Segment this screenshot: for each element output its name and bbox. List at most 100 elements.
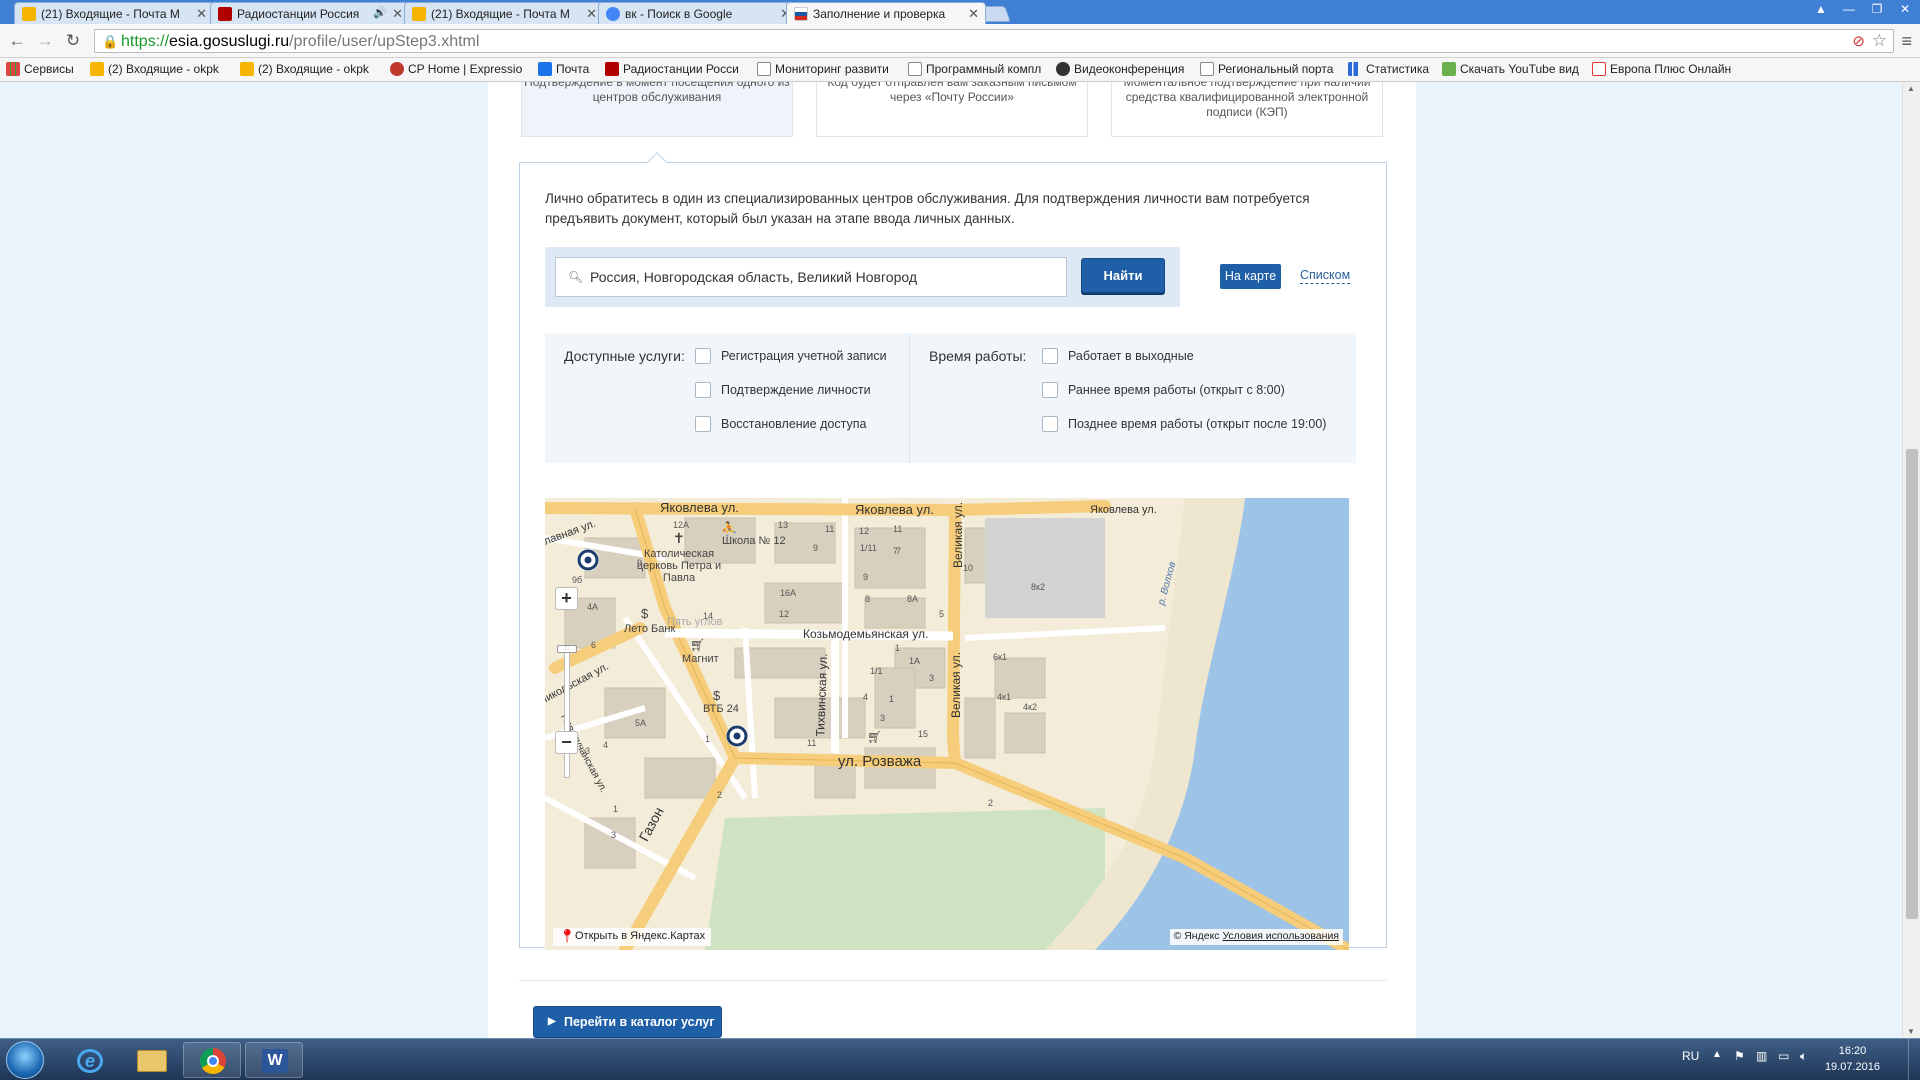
view-as-list-toggle[interactable]: Списком xyxy=(1300,267,1351,284)
view-on-map-toggle[interactable]: На карте xyxy=(1220,264,1281,289)
bookmark-item[interactable]: Европа Плюс Онлайн xyxy=(1592,62,1731,76)
house-number: 9 xyxy=(813,543,819,553)
close-tab-icon[interactable]: ✕ xyxy=(968,6,979,22)
poi-label[interactable]: Лето Банк xyxy=(624,623,675,635)
checkbox-access-recovery[interactable]: Восстановление доступа xyxy=(695,416,866,432)
zoom-out-button[interactable]: − xyxy=(555,731,578,754)
service-centers-map[interactable]: Яковлева ул. Яковлева ул. Яковлева ул. К… xyxy=(545,498,1349,950)
zoom-in-button[interactable]: + xyxy=(555,587,578,610)
zoom-slider-track[interactable] xyxy=(564,648,570,778)
taskbar-app-active[interactable] xyxy=(183,1042,241,1078)
checkbox-box[interactable] xyxy=(695,382,711,398)
taskbar-app[interactable]: W xyxy=(245,1042,303,1078)
show-desktop-button[interactable] xyxy=(1908,1039,1920,1080)
reload-icon[interactable]: ↻ xyxy=(62,31,84,51)
close-tab-icon[interactable]: ✕ xyxy=(392,6,403,22)
poi-label[interactable]: ВТБ 24 xyxy=(703,703,739,715)
bookmark-item[interactable]: Почта xyxy=(538,62,589,76)
checkbox-early-hours[interactable]: Раннее время работы (открыт с 8:00) xyxy=(1042,382,1285,398)
language-indicator[interactable]: RU xyxy=(1682,1049,1699,1063)
find-button[interactable]: Найти xyxy=(1081,258,1165,293)
bookmark-item[interactable]: Программный компл xyxy=(908,62,1041,76)
mail-icon xyxy=(240,62,254,76)
option-visit-center[interactable]: Подтверждение в момент посещения одного … xyxy=(521,82,793,137)
scrollbar-thumb[interactable] xyxy=(1906,449,1918,919)
page-scrollbar[interactable]: ▲ ▼ xyxy=(1902,82,1920,1038)
battery-icon[interactable]: ▭ xyxy=(1778,1049,1789,1063)
browser-tab[interactable]: вк - Поиск в Google ✕ xyxy=(598,2,798,24)
scroll-up-arrow-icon[interactable]: ▲ xyxy=(1907,84,1915,93)
checkbox-late-hours[interactable]: Позднее время работы (открыт после 19:00… xyxy=(1042,416,1326,432)
terms-of-use-link[interactable]: Условия использования xyxy=(1222,930,1339,942)
network-icon[interactable]: ▥ xyxy=(1756,1049,1767,1063)
restore-window-icon[interactable]: ❐ xyxy=(1864,0,1890,18)
bookmark-item[interactable]: Статистика xyxy=(1348,62,1429,76)
user-icon[interactable]: ▲ xyxy=(1808,0,1834,18)
checkbox-label: Восстановление доступа xyxy=(721,417,867,431)
option-russian-post[interactable]: Код будет отправлен вам заказным письмом… xyxy=(816,82,1088,137)
tab-strip: (21) Входящие - Почта M ✕ Радиостанции Р… xyxy=(0,0,1920,24)
bookmark-item[interactable]: Радиостанции Росси xyxy=(605,62,739,76)
square-label: Пять углов xyxy=(667,616,723,628)
browser-tab[interactable]: Радиостанции Россия 🔊 ✕ xyxy=(210,2,410,24)
service-center-marker[interactable] xyxy=(577,549,599,571)
close-tab-icon[interactable]: ✕ xyxy=(196,6,207,22)
browser-tab[interactable]: (21) Входящие - Почта M ✕ xyxy=(14,2,214,24)
minimize-window-icon[interactable]: — xyxy=(1836,0,1862,18)
bookmark-item[interactable]: Скачать YouTube вид xyxy=(1442,62,1579,76)
audio-playing-icon[interactable]: 🔊 xyxy=(373,6,387,19)
open-in-yandex-maps-link[interactable]: 📍︎ Открыть в Яндекс.Картах xyxy=(553,928,712,946)
address-bar[interactable]: 🔒 https://esia.gosuslugi.ru/profile/user… xyxy=(94,29,1894,53)
bookmark-item[interactable]: (2) Входящие - okpk xyxy=(90,62,219,76)
bookmark-star-icon[interactable]: ☆ xyxy=(1872,31,1887,51)
action-center-flag-icon[interactable]: ⚑ xyxy=(1734,1049,1745,1063)
checkbox-box[interactable] xyxy=(695,416,711,432)
taskbar-app[interactable]: e xyxy=(60,1042,118,1078)
extension-blocked-icon[interactable]: ⊘ xyxy=(1852,32,1865,50)
russia-flag-favicon-icon xyxy=(794,7,808,21)
taskbar-app[interactable] xyxy=(122,1042,180,1078)
bookmark-item[interactable]: Сервисы xyxy=(6,62,74,76)
address-search-input[interactable]: 🔍︎ Россия, Новгородская область, Великий… xyxy=(555,257,1067,297)
checkbox-identity-confirmation[interactable]: Подтверждение личности xyxy=(695,382,871,398)
page-viewport: Подтверждение в момент посещения одного … xyxy=(0,82,1902,1038)
browser-tab-active[interactable]: Заполнение и проверка ✕ xyxy=(786,2,986,24)
service-center-marker[interactable] xyxy=(726,725,748,747)
forward-arrow-icon[interactable]: → xyxy=(34,31,56,51)
browser-tab[interactable]: (21) Входящие - Почта M ✕ xyxy=(404,2,604,24)
checkbox-registration[interactable]: Регистрация учетной записи xyxy=(695,348,887,364)
checkbox-box[interactable] xyxy=(1042,348,1058,364)
house-number: 11 xyxy=(825,524,835,534)
back-arrow-icon[interactable]: ← xyxy=(6,31,28,51)
poi-label[interactable]: Магнит xyxy=(682,653,719,665)
system-clock[interactable]: 16:20 19.07.2016 xyxy=(1825,1043,1880,1075)
bookmark-label: Скачать YouTube вид xyxy=(1460,62,1579,76)
show-hidden-icons-icon[interactable]: ▲ xyxy=(1712,1049,1722,1060)
bookmark-item[interactable]: CP Home | Expressio xyxy=(390,62,522,76)
volume-icon[interactable]: 🔈︎ xyxy=(1800,1049,1807,1064)
close-tab-icon[interactable]: ✕ xyxy=(586,6,597,22)
checkbox-box[interactable] xyxy=(1042,382,1058,398)
checkbox-box[interactable] xyxy=(1042,416,1058,432)
bookmark-label: Видеоконференция xyxy=(1074,62,1185,76)
checkbox-box[interactable] xyxy=(695,348,711,364)
bookmark-item[interactable]: (2) Входящие - okpk xyxy=(240,62,369,76)
search-value: Россия, Новгородская область, Великий Но… xyxy=(590,269,918,285)
bookmark-item[interactable]: Видеоконференция xyxy=(1056,62,1184,76)
chrome-menu-icon[interactable]: ≡ xyxy=(1901,31,1912,52)
street-label: Яковлева ул. xyxy=(855,502,934,517)
start-button-icon[interactable] xyxy=(6,1041,44,1079)
bank-icon: $ xyxy=(641,606,649,621)
checkbox-weekends[interactable]: Работает в выходные xyxy=(1042,348,1194,364)
house-number: 4 xyxy=(863,692,869,702)
bookmark-label: Почта xyxy=(556,62,590,76)
poi-label[interactable]: Католическая церковь Петра и Павла xyxy=(629,548,729,584)
bookmark-label: Европа Плюс Онлайн xyxy=(1610,62,1732,76)
scroll-down-arrow-icon[interactable]: ▼ xyxy=(1907,1027,1915,1036)
bookmark-item[interactable]: Мониторинг развити xyxy=(757,62,889,76)
bookmark-item[interactable]: Региональный порта xyxy=(1200,62,1333,76)
go-to-catalog-button[interactable]: ▶ Перейти в каталог услуг xyxy=(533,1006,722,1038)
close-window-icon[interactable]: ✕ xyxy=(1892,0,1918,18)
option-digital-signature[interactable]: Моментальное подтверждение при наличии с… xyxy=(1111,82,1383,137)
zoom-slider-handle[interactable]: ::: xyxy=(557,645,577,653)
